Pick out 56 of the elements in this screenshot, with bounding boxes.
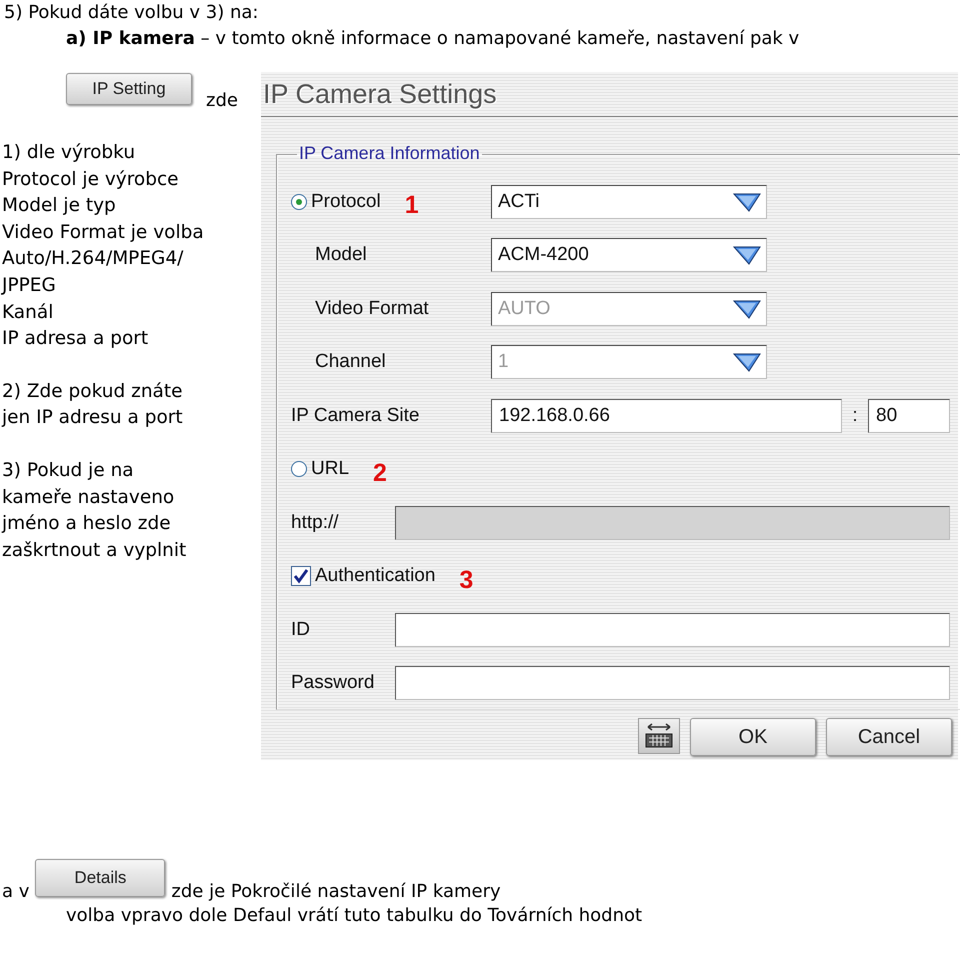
input-field[interactable]: [395, 666, 950, 700]
dialog-button[interactable]: Cancel: [826, 718, 952, 756]
field-label: Model: [315, 244, 367, 266]
checkbox[interactable]: [291, 566, 311, 586]
note-text: Kanál: [1, 300, 54, 325]
keyboard-button[interactable]: [638, 718, 680, 754]
field-label: http://: [291, 512, 339, 534]
note-text: jen IP adresu a port: [0, 406, 184, 430]
dropdown-arrow-icon: [732, 190, 762, 213]
footer-text: a v: [2, 880, 30, 904]
note-text: 1) dle výrobku: [1, 141, 136, 165]
intro-text: a) IP kamera – v tomto okně informace o namapované kameře, nastavení pak v: [66, 27, 800, 51]
input-field[interactable]: 80: [868, 398, 950, 433]
details-button[interactable]: Details: [35, 859, 166, 897]
note-text: kameře nastaveno: [1, 486, 176, 510]
note-text: JPPEG: [0, 274, 57, 298]
dropdown-arrow-icon: [732, 244, 762, 266]
note-text: 2) Zde pokud znáte: [1, 380, 184, 404]
field-label: ID: [291, 618, 310, 641]
note-text: Video Format je volba: [1, 220, 205, 245]
heading-text: 5) Pokud dáte volbu v 3) na:: [3, 1, 260, 25]
group-title: IP Camera Information: [299, 143, 480, 163]
dialog-button[interactable]: OK: [690, 718, 816, 756]
dropdown[interactable]: ACTi: [491, 184, 767, 219]
step-number: 2: [373, 458, 387, 488]
radio-button[interactable]: [291, 194, 307, 210]
footer-text: zde je Pokročilé nastavení IP kamery: [171, 880, 501, 904]
field-label: IP Camera Site: [291, 404, 420, 427]
field-label: Channel: [315, 351, 386, 374]
ip-setting-button[interactable]: IP Setting: [66, 73, 192, 105]
note-text: Auto/H.264/MPEG4/: [1, 247, 184, 272]
radio-button[interactable]: [291, 461, 307, 478]
keyboard-icon: [644, 723, 674, 749]
input-field[interactable]: 192.168.0.66: [491, 398, 842, 433]
step-number: 3: [459, 566, 474, 595]
footer-text: volba vpravo dole Defaul vrátí tuto tabulku do Továrních hodnot: [65, 904, 644, 928]
field-label: Password: [291, 672, 374, 694]
note-text: 3) Pokud je na: [1, 458, 135, 483]
radio-label: Protocol: [311, 190, 381, 213]
note-text: jméno a heslo zde: [0, 512, 172, 536]
input-field[interactable]: [395, 612, 950, 647]
radio-label: URL: [311, 458, 350, 480]
note-text: Protocol je výrobce: [1, 168, 180, 192]
note-text: zaškrtnout a vyplnit: [1, 538, 188, 563]
zde-text: zde: [206, 90, 238, 112]
dropdown-arrow-icon: [732, 298, 762, 320]
step-number: 1: [404, 191, 419, 220]
separator-text: :: [851, 404, 859, 427]
field-label: Video Format: [315, 298, 429, 320]
note-text: Model je typ: [1, 194, 117, 218]
dialog-title: IP Camera Settings: [263, 78, 497, 110]
dropdown-arrow-icon: [732, 351, 762, 374]
note-text: IP adresa a port: [1, 327, 150, 352]
dropdown[interactable]: ACM-4200: [491, 238, 767, 272]
checkbox-label: Authentication: [315, 565, 436, 588]
check-icon: [293, 568, 309, 584]
